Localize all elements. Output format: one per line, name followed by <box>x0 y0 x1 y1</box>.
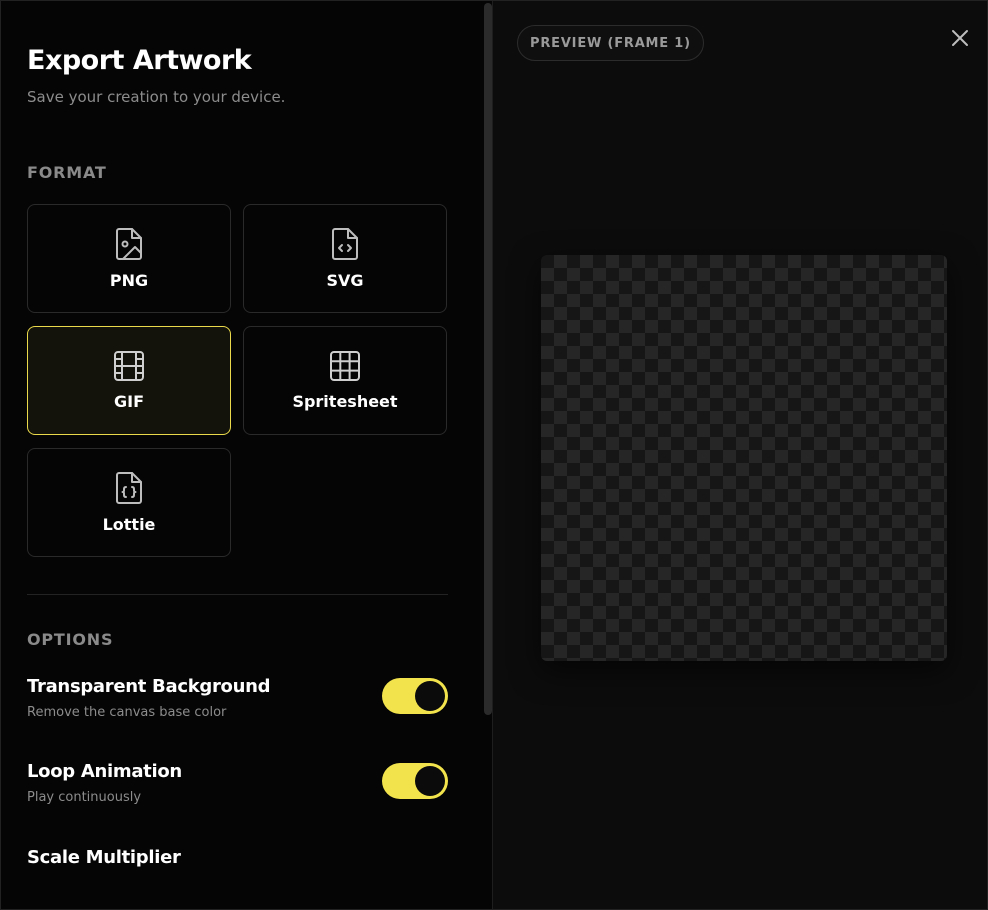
transparent-background-option: Transparent Background Remove the canvas… <box>27 676 448 728</box>
panel-scrollbar[interactable] <box>484 3 492 715</box>
transparent-background-description: Remove the canvas base color <box>27 705 227 720</box>
toggle-knob <box>415 766 445 796</box>
format-label-svg: SVG <box>326 271 364 290</box>
format-label-lottie: Lottie <box>102 515 156 534</box>
section-divider <box>27 594 448 595</box>
loop-animation-description: Play continuously <box>27 790 142 805</box>
transparent-canvas-preview <box>541 255 947 661</box>
format-label-gif: GIF <box>113 392 144 411</box>
format-grid: PNG SVG GIF Spritesheet Lottie <box>27 204 448 557</box>
preview-badge: PREVIEW (FRAME 1) <box>517 25 704 61</box>
format-option-svg[interactable]: SVG <box>243 204 447 313</box>
scale-multiplier-label: Scale Multiplier <box>27 847 181 868</box>
close-button[interactable] <box>947 25 973 51</box>
image-file-icon <box>114 227 144 261</box>
loop-animation-toggle[interactable] <box>382 763 448 799</box>
format-label-spritesheet: Spritesheet <box>292 392 398 411</box>
format-option-spritesheet[interactable]: Spritesheet <box>243 326 447 435</box>
export-modal: Export Artwork Save your creation to you… <box>0 0 988 910</box>
grid-icon <box>329 350 361 382</box>
loop-animation-option: Loop Animation Play continuously <box>27 761 448 813</box>
toggle-knob <box>415 681 445 711</box>
format-section-label: FORMAT <box>27 163 107 182</box>
options-section-label: OPTIONS <box>27 630 114 649</box>
json-file-icon <box>114 471 144 505</box>
format-label-png: PNG <box>109 271 149 290</box>
format-option-lottie[interactable]: Lottie <box>27 448 231 557</box>
modal-subtitle: Save your creation to your device. <box>27 88 286 106</box>
preview-panel: PREVIEW (FRAME 1) <box>493 1 987 909</box>
format-option-gif[interactable]: GIF <box>27 326 231 435</box>
modal-title: Export Artwork <box>27 45 252 76</box>
code-file-icon <box>330 227 360 261</box>
settings-panel: Export Artwork Save your creation to you… <box>1 1 493 909</box>
close-icon <box>947 30 973 55</box>
transparent-background-toggle[interactable] <box>382 678 448 714</box>
format-option-png[interactable]: PNG <box>27 204 231 313</box>
film-icon <box>113 350 145 382</box>
